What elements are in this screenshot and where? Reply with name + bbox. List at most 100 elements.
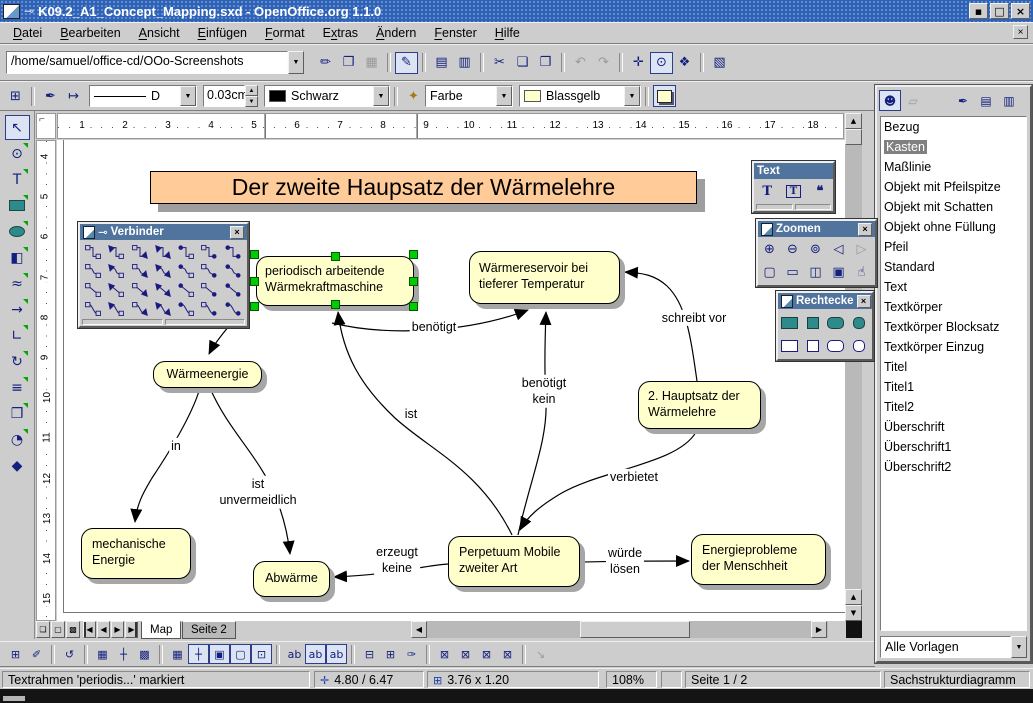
zoom-tool[interactable]: ⊙ (5, 141, 30, 166)
edge-label-ist-unvermeidlich[interactable]: ist unvermeidlich (217, 476, 298, 509)
selection-handle[interactable] (409, 302, 418, 311)
selection-handle[interactable] (409, 250, 418, 259)
connector-type-bent-2[interactable] (129, 261, 151, 280)
paste-button[interactable]: ❒ (534, 52, 557, 74)
objects-3d-tool[interactable]: ◧ (5, 245, 30, 270)
minimize-button[interactable]: ▪ (969, 3, 988, 19)
selection-handle[interactable] (409, 277, 418, 286)
verbinder-window[interactable]: ⊸ Verbinder × (78, 222, 249, 328)
show-snaplines-toggle[interactable]: ┼ (113, 644, 134, 664)
connector-type-bent-0[interactable] (82, 261, 104, 280)
connector-type-line-2[interactable] (129, 280, 151, 299)
previous-page-button[interactable]: ◀ (97, 621, 110, 638)
zoom-button[interactable]: ⊙ (650, 52, 673, 74)
arrange-tool[interactable]: ❒ (5, 401, 30, 426)
node-perpetuum-mobile[interactable]: Perpetuum Mobile zweiter Art (448, 536, 580, 587)
style-item--berschrift[interactable]: Überschrift (881, 417, 1026, 437)
menu-bearbeiten[interactable]: Bearbeiten (51, 24, 129, 42)
edge-label-erzeugt-keine[interactable]: erzeugt keine (374, 544, 420, 577)
lines-arrows-tool[interactable]: → (5, 297, 30, 322)
close-button[interactable]: × (1011, 3, 1030, 19)
last-page-button[interactable]: ▶ (125, 621, 138, 638)
rechtecke-titlebar[interactable]: Rechtecke × (778, 293, 872, 309)
edge-label-in[interactable]: in (169, 438, 183, 454)
tab-seite-2[interactable]: Seite 2 (182, 621, 236, 639)
rounded-rectangle-outline[interactable] (825, 334, 846, 357)
simple-handles-toggle[interactable]: ⊟ (359, 644, 380, 664)
resize-grip[interactable] (756, 204, 793, 210)
connector-type-line-0[interactable] (82, 280, 104, 299)
copy-button[interactable]: ❏ (511, 52, 534, 74)
rounded-square-outline[interactable] (848, 334, 869, 357)
drawing-canvas[interactable]: benötigt schreibt vor in ist ist unverme… (57, 140, 845, 621)
close-icon[interactable]: × (858, 223, 872, 236)
select-tool[interactable]: ↖ (5, 115, 30, 140)
status-zoom[interactable]: 108% (606, 671, 657, 688)
contour-mode-toggle[interactable]: ⊠ (497, 644, 518, 664)
connector-tool[interactable]: ∟ (5, 323, 30, 348)
zoomen-titlebar[interactable]: Zoomen × (758, 221, 875, 237)
connector-type-curve-0[interactable] (82, 299, 104, 318)
selection-handle[interactable] (331, 300, 340, 309)
style-item-kasten[interactable]: Kasten (881, 137, 1026, 157)
connector-type-elbow-3[interactable] (152, 242, 174, 261)
connector-type-curve-5[interactable] (198, 299, 220, 318)
cut-button[interactable]: ✂ (488, 52, 511, 74)
connector-benoetigt-kein[interactable] (518, 312, 546, 535)
style-item-objekt-mit-schatten[interactable]: Objekt mit Schatten (881, 197, 1026, 217)
connector-type-bent-1[interactable] (105, 261, 127, 280)
line-width-stepper[interactable]: 0.03cm ▲▼ (203, 85, 258, 107)
node-mechanische-energie[interactable]: mechanische Energie (81, 528, 191, 579)
text-frame-button[interactable]: T (782, 181, 804, 201)
grid-to-front-toggle[interactable]: ▦ (167, 644, 188, 664)
node-energieprobleme[interactable]: Energieprobleme der Menschheit (691, 534, 826, 585)
connector-type-elbow-2[interactable] (129, 242, 151, 261)
select-text-area-toggle[interactable]: ab (305, 644, 326, 664)
connector-type-elbow-6[interactable] (222, 242, 244, 261)
text-window[interactable]: Text TT❝ (752, 161, 835, 213)
large-handles-toggle[interactable]: ⊞ (380, 644, 401, 664)
navigator-button[interactable]: ✛ (627, 52, 650, 74)
edge-label-benoetigt[interactable]: benötigt (410, 319, 458, 335)
titlebar[interactable]: ⊸ K09.2_A1_Concept_Mapping.sxd - OpenOff… (0, 0, 1033, 22)
menu-format[interactable]: Format (256, 24, 314, 42)
print-button[interactable]: ▥ (453, 52, 476, 74)
connector-type-bent-5[interactable] (198, 261, 220, 280)
scroll-down-button[interactable]: ▼ (845, 605, 862, 621)
resize-grip[interactable] (795, 204, 832, 210)
style-item-titel2[interactable]: Titel2 (881, 397, 1026, 417)
scroll-up2-button[interactable]: ▲ (845, 589, 862, 605)
style-item-pfeil[interactable]: Pfeil (881, 237, 1026, 257)
square-filled[interactable] (802, 311, 823, 334)
connector-schreibt-vor[interactable] (625, 272, 697, 381)
style-item-bezug[interactable]: Bezug (881, 117, 1026, 137)
glue-points-toggle[interactable]: ✐ (26, 644, 47, 664)
connector-type-elbow-4[interactable] (175, 242, 197, 261)
style-item-objekt-ohne-f-llung[interactable]: Objekt ohne Füllung (881, 217, 1026, 237)
connector-type-line-1[interactable] (105, 280, 127, 299)
close-icon[interactable]: × (230, 226, 244, 239)
connector-ist-unvermeidlich[interactable] (210, 388, 290, 554)
menu-einfgen[interactable]: Einfügen (189, 24, 256, 42)
edge-label-ist[interactable]: ist (403, 406, 420, 422)
rotation-mode-toggle[interactable]: ↺ (59, 644, 80, 664)
zoom-previous-button[interactable]: ◁ (828, 238, 849, 261)
rechtecke-window[interactable]: Rechtecke × (776, 291, 874, 361)
width-up-button[interactable]: ▲ (245, 85, 258, 96)
style-filter-dropdown-button[interactable]: ▼ (1011, 636, 1027, 658)
zoom-page-width-button[interactable]: ▭ (782, 261, 803, 284)
edit-points-button[interactable]: ⊞ (4, 85, 27, 107)
gallery-button[interactable]: ▧ (708, 52, 731, 74)
zoom-optimal-button[interactable]: ◫ (805, 261, 826, 284)
selection-handle[interactable] (250, 277, 259, 286)
connector-in[interactable] (135, 388, 200, 522)
edge-label-wuerde-loesen[interactable]: würde lösen (606, 545, 644, 578)
pan-hand-button[interactable]: ☝ (851, 261, 872, 284)
maximize-button[interactable]: □ (990, 3, 1009, 19)
connector-type-curve-2[interactable] (129, 299, 151, 318)
text-tool[interactable]: T (5, 167, 30, 192)
scroll-right-button[interactable]: ▶ (811, 621, 827, 638)
style-filter-select[interactable]: Alle Vorlagen ▼ (880, 636, 1027, 658)
new-document-button[interactable]: ✏ (314, 52, 337, 74)
selection-handle[interactable] (250, 302, 259, 311)
